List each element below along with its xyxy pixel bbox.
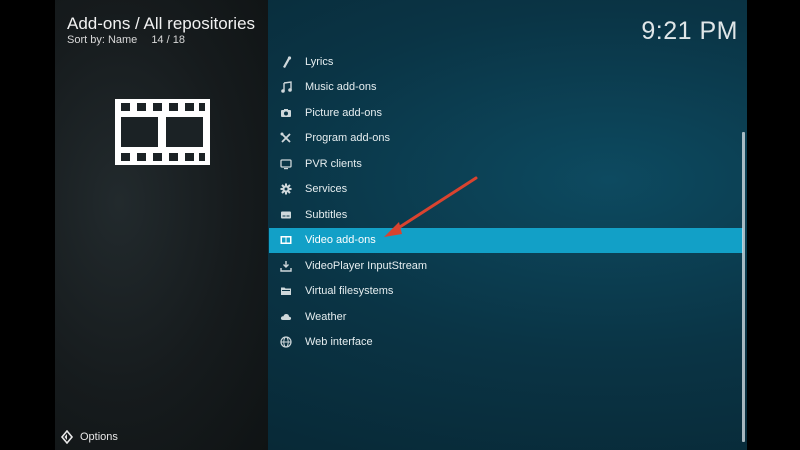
cloud-icon — [279, 310, 293, 324]
list-item-label: Web interface — [305, 336, 373, 349]
list-item-label: VideoPlayer InputStream — [305, 259, 428, 272]
tools-icon — [279, 131, 293, 145]
list-item-label: Music add-ons — [305, 81, 377, 94]
list-item-label: Weather — [305, 310, 347, 323]
list-item-weather[interactable]: Weather — [269, 304, 743, 330]
list-item-label: Lyrics — [305, 55, 334, 68]
addon-category-list: Lyrics Music add-ons Picture add-ons Pro… — [269, 49, 743, 355]
sort-info: Sort by: Name 14 / 18 — [67, 34, 185, 46]
options-label: Options — [80, 431, 118, 443]
video-icon — [279, 233, 293, 247]
subtitles-icon — [279, 208, 293, 222]
globe-icon — [279, 335, 293, 349]
sort-label: Sort by: Name — [67, 34, 138, 46]
list-item-label: PVR clients — [305, 157, 362, 170]
list-item-label: Video add-ons — [305, 234, 376, 247]
list-item-lyrics[interactable]: Lyrics — [269, 49, 743, 75]
list-item-music-addons[interactable]: Music add-ons — [269, 75, 743, 101]
list-item-picture-addons[interactable]: Picture add-ons — [269, 100, 743, 126]
camera-icon — [279, 106, 293, 120]
list-item-label: Program add-ons — [305, 132, 390, 145]
list-item-subtitles[interactable]: Subtitles — [269, 202, 743, 228]
list-item-program-addons[interactable]: Program add-ons — [269, 126, 743, 152]
page-title: Add-ons / All repositories — [67, 14, 256, 33]
clock: 9:21 PM — [641, 17, 738, 45]
list-item-pvr-clients[interactable]: PVR clients — [269, 151, 743, 177]
list-item-label: Virtual filesystems — [305, 285, 394, 298]
kodi-screen: Add-ons / All repositories Sort by: Name… — [55, 0, 747, 450]
list-item-label: Subtitles — [305, 208, 348, 221]
list-item-label: Services — [305, 183, 348, 196]
list-item-web-interface[interactable]: Web interface — [269, 330, 743, 356]
film-strip-icon — [115, 99, 210, 170]
options-chevron-icon — [60, 429, 74, 445]
list-item-virtual-filesystems[interactable]: Virtual filesystems — [269, 279, 743, 305]
list-item-video-addons[interactable]: Video add-ons — [269, 227, 743, 253]
gear-icon — [279, 182, 293, 196]
music-note-icon — [279, 80, 293, 94]
list-item-label: Picture add-ons — [305, 106, 383, 119]
folder-icon — [279, 284, 293, 298]
lyrics-icon — [279, 55, 293, 69]
options-button[interactable]: Options — [60, 429, 118, 445]
download-icon — [279, 259, 293, 273]
item-count: 14 / 18 — [151, 34, 185, 46]
list-item-videoplayer-inputstream[interactable]: VideoPlayer InputStream — [269, 253, 743, 279]
list-item-services[interactable]: Services — [269, 177, 743, 203]
left-info-pane — [55, 0, 268, 450]
tv-icon — [279, 157, 293, 171]
list-scrollbar[interactable] — [742, 132, 745, 442]
